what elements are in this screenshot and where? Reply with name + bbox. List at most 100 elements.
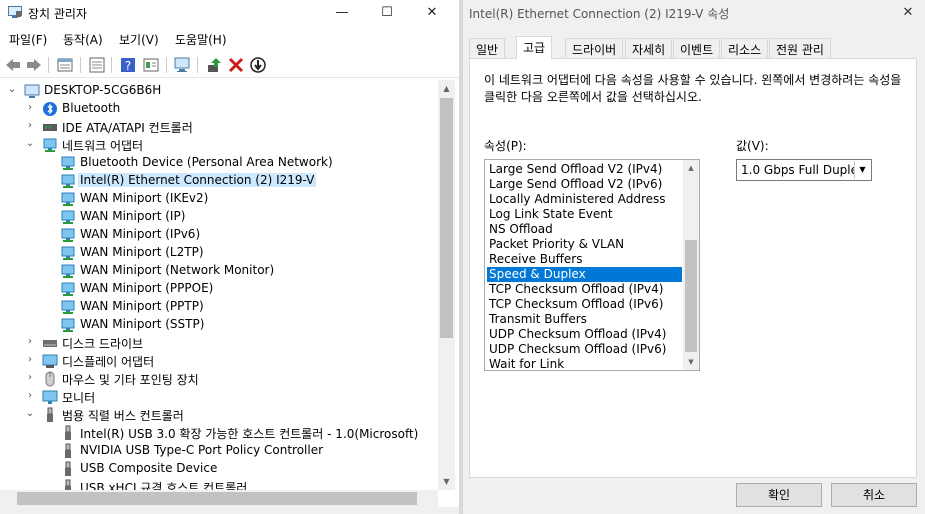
advanced-tab-panel: 이 네트워크 어댑터에 다음 속성을 사용할 수 있습니다. 왼쪽에서 변경하려… xyxy=(469,58,917,478)
property-list[interactable]: Large Send Offload V2 (IPv4) Large Send O… xyxy=(484,159,700,371)
device-manager-window: 장치 관리자 — ☐ ✕ 파일(F) 동작(A) 보기(V) 도움말(H) ? … xyxy=(0,0,459,514)
help-icon[interactable]: ? xyxy=(119,56,137,74)
minimize-button[interactable]: — xyxy=(320,0,364,26)
ide-controller-icon xyxy=(43,124,57,131)
properties-sheet-icon[interactable] xyxy=(56,56,74,74)
menu-file[interactable]: 파일(F) xyxy=(9,31,47,48)
tree-item[interactable]: › Bluetooth xyxy=(0,100,438,118)
property-list-item[interactable]: Log Link State Event xyxy=(487,207,682,222)
tree-item[interactable]: › IDE ATA/ATAPI 컨트롤러 xyxy=(0,118,438,136)
back-arrow-icon[interactable] xyxy=(4,56,22,74)
tree-item[interactable]: Intel(R) Ethernet Connection (2) I219-V xyxy=(0,172,438,190)
property-list-item[interactable]: Large Send Offload V2 (IPv6) xyxy=(487,177,682,192)
tree-item[interactable]: USB xHCI 규격 호스트 컨트롤러 xyxy=(0,478,438,490)
tree-item[interactable]: › 디스플레이 어댑터 xyxy=(0,352,438,370)
toolbar-separator xyxy=(166,57,167,73)
tab-advanced[interactable]: 고급 xyxy=(516,36,553,59)
scan-hardware-icon[interactable] xyxy=(173,56,191,74)
tree-item[interactable]: WAN Miniport (IP) xyxy=(0,208,438,226)
property-list-scrollbar[interactable]: ▲ ▼ xyxy=(683,160,699,370)
chevron-down-icon[interactable]: ⌄ xyxy=(6,84,18,96)
uninstall-device-icon[interactable] xyxy=(227,56,245,74)
properties-view-icon[interactable] xyxy=(142,56,160,74)
scroll-down-arrow-icon[interactable]: ▼ xyxy=(438,473,455,490)
cancel-button[interactable]: 취소 xyxy=(831,483,917,507)
tree-item[interactable]: › 마우스 및 기타 포인팅 장치 xyxy=(0,370,438,388)
dialog-close-button[interactable]: ✕ xyxy=(891,0,925,26)
property-list-item[interactable]: UDP Checksum Offload (IPv6) xyxy=(487,342,682,357)
list-view-icon[interactable] xyxy=(88,56,106,74)
tree-item[interactable]: WAN Miniport (SSTP) xyxy=(0,316,438,334)
property-list-item[interactable]: Locally Administered Address xyxy=(487,192,682,207)
tree-item[interactable]: WAN Miniport (L2TP) xyxy=(0,244,438,262)
tree-vertical-scrollbar[interactable]: ▲ ▼ xyxy=(438,80,455,490)
network-adapter-icon xyxy=(61,156,75,170)
network-adapter-icon xyxy=(61,318,75,332)
chevron-down-icon[interactable]: ⌄ xyxy=(24,408,36,420)
property-list-item[interactable]: NS Offload xyxy=(487,222,682,237)
tab-general[interactable]: 일반 xyxy=(469,38,506,58)
ok-button[interactable]: 확인 xyxy=(736,483,822,507)
property-list-item[interactable]: TCP Checksum Offload (IPv4) xyxy=(487,282,682,297)
tree-item[interactable]: ⌄ DESKTOP-5CG6B6H xyxy=(0,82,438,100)
tree-item-label: WAN Miniport (PPTP) xyxy=(80,299,204,313)
chevron-right-icon[interactable]: › xyxy=(24,390,36,402)
tree-item-label: 디스크 드라이브 xyxy=(62,337,144,351)
chevron-right-icon[interactable]: › xyxy=(24,354,36,366)
property-list-item[interactable]: UDP Checksum Offload (IPv4) xyxy=(487,327,682,342)
property-list-item[interactable]: Wait for Link xyxy=(487,357,682,370)
chevron-right-icon[interactable]: › xyxy=(24,120,36,132)
tab-resources[interactable]: 리소스 xyxy=(721,38,769,58)
menu-bar: 파일(F) 동작(A) 보기(V) 도움말(H) xyxy=(0,28,459,50)
tree-item[interactable]: ⌄ 범용 직렬 버스 컨트롤러 xyxy=(0,406,438,424)
tree-item[interactable]: NVIDIA USB Type-C Port Policy Controller xyxy=(0,442,438,460)
property-list-item[interactable]: Transmit Buffers xyxy=(487,312,682,327)
scroll-up-arrow-icon[interactable]: ▲ xyxy=(683,160,699,176)
tab-details[interactable]: 자세히 xyxy=(625,38,673,58)
tree-item[interactable]: WAN Miniport (PPTP) xyxy=(0,298,438,316)
menu-view[interactable]: 보기(V) xyxy=(119,31,159,48)
property-list-item[interactable]: Large Send Offload V2 (IPv4) xyxy=(487,162,682,177)
scroll-thumb[interactable] xyxy=(17,492,417,505)
tree-item[interactable]: USB Composite Device xyxy=(0,460,438,478)
usb-icon xyxy=(65,479,71,490)
property-list-item[interactable]: Speed & Duplex xyxy=(487,267,682,282)
chevron-right-icon[interactable]: › xyxy=(24,102,36,114)
tree-item[interactable]: WAN Miniport (IPv6) xyxy=(0,226,438,244)
tree-item[interactable]: › 모니터 xyxy=(0,388,438,406)
menu-action[interactable]: 동작(A) xyxy=(63,31,103,48)
usb-icon xyxy=(65,461,71,476)
menu-help[interactable]: 도움말(H) xyxy=(175,31,227,48)
forward-arrow-icon[interactable] xyxy=(25,56,43,74)
chevron-down-icon[interactable]: ⌄ xyxy=(24,138,36,150)
tree-item[interactable]: ⌄ 네트워크 어댑터 xyxy=(0,136,438,154)
tree-item[interactable]: WAN Miniport (PPPOE) xyxy=(0,280,438,298)
value-dropdown[interactable]: 1.0 Gbps Full Duplex ▼ xyxy=(736,159,872,181)
maximize-button[interactable]: ☐ xyxy=(365,0,409,26)
tree-item[interactable]: WAN Miniport (Network Monitor) xyxy=(0,262,438,280)
tab-events[interactable]: 이벤트 xyxy=(673,38,721,58)
property-list-item[interactable]: Receive Buffers xyxy=(487,252,682,267)
tree-item-label: 모니터 xyxy=(62,391,96,405)
network-adapter-icon xyxy=(61,300,75,314)
scroll-up-arrow-icon[interactable]: ▲ xyxy=(438,80,455,97)
tree-item[interactable]: Bluetooth Device (Personal Area Network) xyxy=(0,154,438,172)
tree-item[interactable]: Intel(R) USB 3.0 확장 가능한 호스트 컨트롤러 - 1.0(M… xyxy=(0,424,438,442)
tree-horizontal-scrollbar[interactable] xyxy=(0,490,438,507)
close-button[interactable]: ✕ xyxy=(410,0,454,26)
tab-driver[interactable]: 드라이버 xyxy=(565,38,624,58)
scroll-down-arrow-icon[interactable]: ▼ xyxy=(683,354,699,370)
tree-item[interactable]: WAN Miniport (IKEv2) xyxy=(0,190,438,208)
disable-device-icon[interactable] xyxy=(249,56,267,74)
tab-power-management[interactable]: 전원 관리 xyxy=(769,38,831,58)
property-list-item[interactable]: TCP Checksum Offload (IPv6) xyxy=(487,297,682,312)
tree-item[interactable]: › 디스크 드라이브 xyxy=(0,334,438,352)
chevron-right-icon[interactable]: › xyxy=(24,372,36,384)
update-driver-icon[interactable] xyxy=(205,56,223,74)
scroll-thumb[interactable] xyxy=(685,240,697,352)
chevron-right-icon[interactable]: › xyxy=(24,336,36,348)
scroll-thumb[interactable] xyxy=(440,98,453,338)
property-list-item[interactable]: Packet Priority & VLAN xyxy=(487,237,682,252)
chevron-down-icon[interactable]: ▼ xyxy=(854,161,870,179)
toolbar: ? xyxy=(0,52,459,78)
